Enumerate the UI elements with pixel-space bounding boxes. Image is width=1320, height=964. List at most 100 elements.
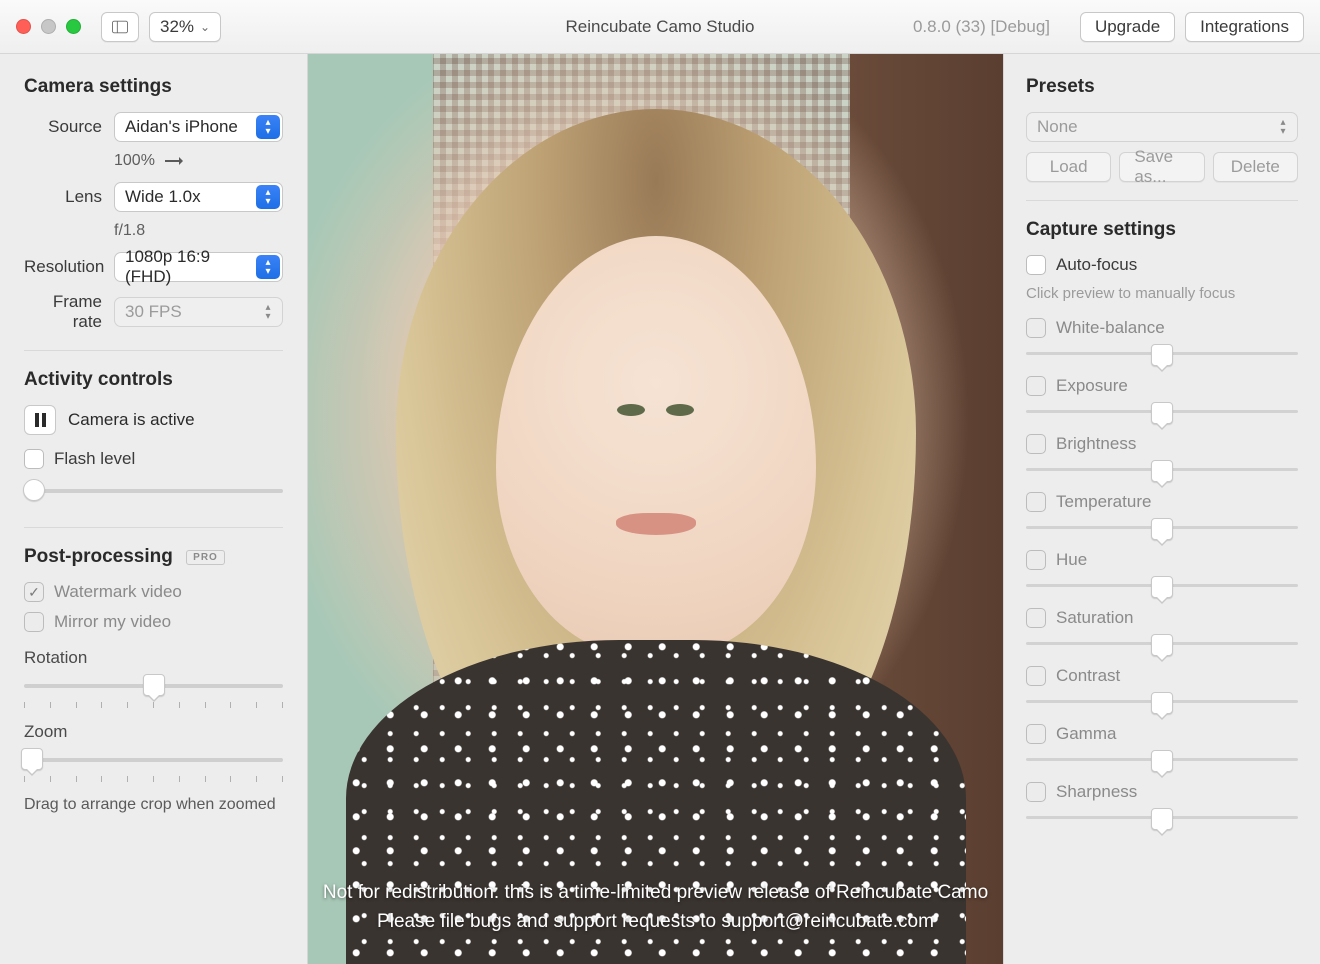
preview-overlay-line2: Please file bugs and support requests to…: [323, 908, 988, 937]
titlebar: 32% ⌄ Reincubate Camo Studio 0.8.0 (33) …: [0, 0, 1320, 54]
stepper-arrows-icon: ▴▾: [256, 255, 280, 279]
presets-section: Presets None ▴▾ Load Save as... Delete: [1026, 76, 1298, 201]
capture-setting-slider[interactable]: [1026, 342, 1298, 368]
capture-setting-slider[interactable]: [1026, 748, 1298, 774]
activity-controls-section: Activity controls Camera is active Flash…: [24, 369, 283, 528]
capture-setting-checkbox[interactable]: [1026, 666, 1046, 686]
window-zoom-button[interactable]: [66, 19, 81, 34]
window-close-button[interactable]: [16, 19, 31, 34]
resolution-select[interactable]: 1080p 16:9 (FHD) ▴▾: [114, 252, 283, 282]
preset-select-value: None: [1037, 117, 1078, 137]
autofocus-checkbox[interactable]: [1026, 255, 1046, 275]
preset-select[interactable]: None ▴▾: [1026, 112, 1298, 142]
lens-select[interactable]: Wide 1.0x ▴▾: [114, 182, 283, 212]
pause-icon: [35, 413, 46, 427]
capture-setting-slider[interactable]: [1026, 690, 1298, 716]
app-version: 0.8.0 (33) [Debug]: [913, 17, 1050, 37]
stepper-arrows-icon: ▴▾: [1271, 115, 1295, 139]
capture-setting-label: White-balance: [1056, 318, 1165, 338]
upgrade-button[interactable]: Upgrade: [1080, 12, 1175, 42]
capture-setting-label: Gamma: [1056, 724, 1116, 744]
watermark-checkbox[interactable]: [24, 582, 44, 602]
capture-settings-title: Capture settings: [1026, 219, 1298, 241]
capture-setting-row: Temperature: [1026, 492, 1298, 542]
camera-preview[interactable]: Not for redistribution: this is a time-l…: [308, 54, 1003, 964]
capture-setting-checkbox[interactable]: [1026, 376, 1046, 396]
capture-setting-slider[interactable]: [1026, 632, 1298, 658]
mirror-checkbox[interactable]: [24, 612, 44, 632]
capture-setting-row: Brightness: [1026, 434, 1298, 484]
capture-setting-row: Saturation: [1026, 608, 1298, 658]
chevron-down-icon: ⌄: [200, 20, 210, 34]
stepper-arrows-icon: ▴▾: [256, 115, 280, 139]
framerate-select-value: 30 FPS: [125, 302, 182, 322]
left-panel: Camera settings Source Aidan's iPhone ▴▾…: [0, 54, 308, 964]
flash-level-slider[interactable]: [24, 479, 283, 505]
capture-setting-slider[interactable]: [1026, 400, 1298, 426]
autofocus-hint: Click preview to manually focus: [1026, 285, 1298, 302]
preset-delete-button[interactable]: Delete: [1213, 152, 1298, 182]
zoom-label: Zoom: [24, 722, 283, 742]
autofocus-label: Auto-focus: [1056, 255, 1137, 275]
capture-setting-checkbox[interactable]: [1026, 318, 1046, 338]
capture-setting-slider[interactable]: [1026, 458, 1298, 484]
source-select-value: Aidan's iPhone: [125, 117, 238, 137]
capture-setting-label: Saturation: [1056, 608, 1134, 628]
capture-setting-row: Contrast: [1026, 666, 1298, 716]
zoom-combo[interactable]: 32% ⌄: [149, 12, 221, 42]
capture-setting-checkbox[interactable]: [1026, 550, 1046, 570]
preview-overlay: Not for redistribution: this is a time-l…: [308, 54, 1003, 964]
right-panel: Presets None ▴▾ Load Save as... Delete C…: [1003, 54, 1320, 964]
sidebar-icon: [112, 20, 128, 34]
capture-setting-checkbox[interactable]: [1026, 608, 1046, 628]
preset-save-as-button[interactable]: Save as...: [1119, 152, 1204, 182]
camera-status-text: Camera is active: [68, 410, 195, 430]
camera-settings-section: Camera settings Source Aidan's iPhone ▴▾…: [24, 76, 283, 351]
zoom-hint: Drag to arrange crop when zoomed: [24, 796, 283, 814]
zoom-ticks: [24, 776, 283, 782]
capture-setting-label: Temperature: [1056, 492, 1151, 512]
flash-level-checkbox[interactable]: [24, 449, 44, 469]
rotation-slider[interactable]: [24, 674, 283, 700]
capture-setting-checkbox[interactable]: [1026, 724, 1046, 744]
resolution-label: Resolution: [24, 257, 114, 277]
capture-setting-label: Brightness: [1056, 434, 1136, 454]
sidebar-toggle-button[interactable]: [101, 12, 139, 42]
capture-setting-slider[interactable]: [1026, 806, 1298, 832]
preset-load-button[interactable]: Load: [1026, 152, 1111, 182]
window-minimize-button[interactable]: [41, 19, 56, 34]
capture-settings-section: Capture settings Auto-focus Click previe…: [1026, 219, 1298, 832]
capture-setting-row: White-balance: [1026, 318, 1298, 368]
capture-setting-label: Sharpness: [1056, 782, 1137, 802]
capture-setting-row: Exposure: [1026, 376, 1298, 426]
app-title: Reincubate Camo Studio: [565, 17, 754, 36]
source-select[interactable]: Aidan's iPhone ▴▾: [114, 112, 283, 142]
capture-setting-checkbox[interactable]: [1026, 782, 1046, 802]
source-battery-status: 100%: [114, 152, 155, 170]
pause-camera-button[interactable]: [24, 405, 56, 435]
camera-settings-title: Camera settings: [24, 76, 283, 98]
zoom-combo-value: 32%: [160, 17, 194, 37]
capture-setting-checkbox[interactable]: [1026, 492, 1046, 512]
capture-setting-slider[interactable]: [1026, 574, 1298, 600]
presets-title: Presets: [1026, 76, 1298, 98]
integrations-button-label: Integrations: [1200, 17, 1289, 37]
framerate-label: Frame rate: [24, 292, 114, 332]
framerate-select[interactable]: 30 FPS ▴▾: [114, 297, 283, 327]
capture-setting-checkbox[interactable]: [1026, 434, 1046, 454]
capture-setting-row: Gamma: [1026, 724, 1298, 774]
lens-aperture: f/1.8: [114, 222, 145, 240]
window-controls: [16, 19, 81, 34]
rotation-label: Rotation: [24, 648, 283, 668]
capture-setting-label: Contrast: [1056, 666, 1120, 686]
capture-setting-slider[interactable]: [1026, 516, 1298, 542]
mirror-label: Mirror my video: [54, 612, 171, 632]
integrations-button[interactable]: Integrations: [1185, 12, 1304, 42]
post-processing-section: Post-processing PRO Watermark video Mirr…: [24, 546, 283, 814]
resolution-select-value: 1080p 16:9 (FHD): [125, 247, 252, 287]
zoom-slider[interactable]: [24, 748, 283, 774]
stepper-arrows-icon: ▴▾: [256, 185, 280, 209]
source-label: Source: [24, 117, 114, 137]
app-body: Camera settings Source Aidan's iPhone ▴▾…: [0, 54, 1320, 964]
stepper-arrows-icon: ▴▾: [256, 300, 280, 324]
